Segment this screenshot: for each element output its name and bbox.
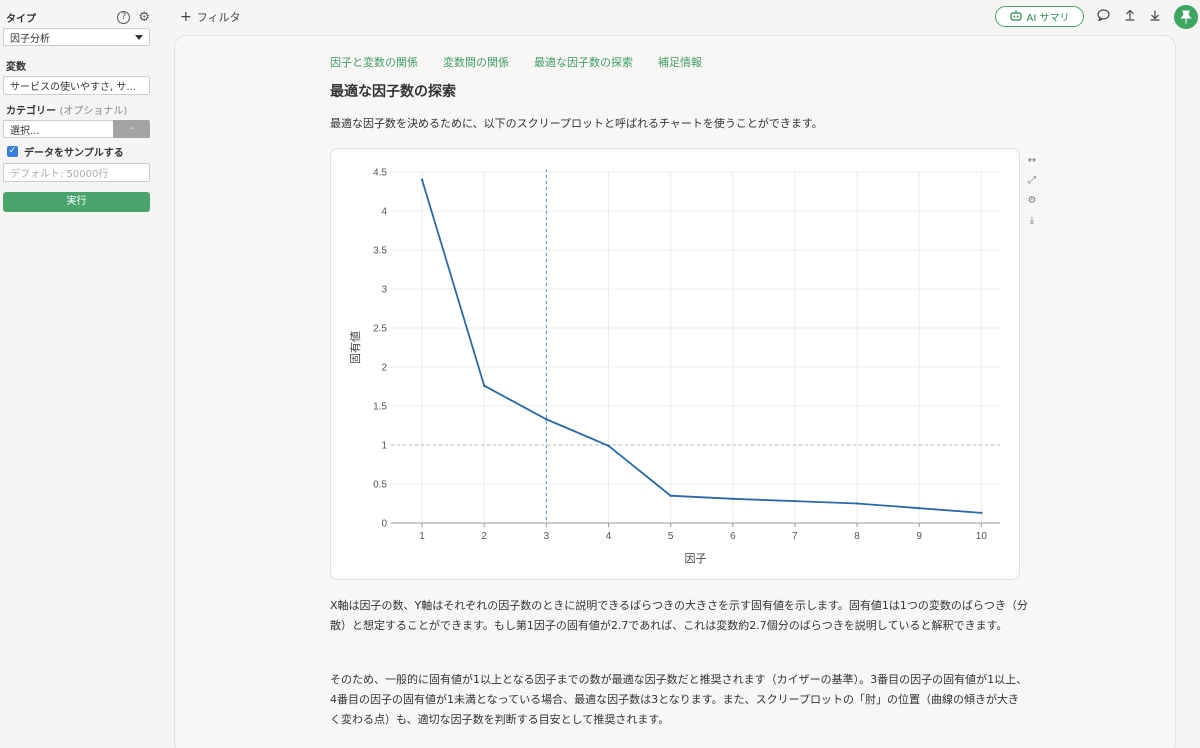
sample-checkbox[interactable]: ✓ (7, 146, 18, 157)
filter-button[interactable]: + フィルタ (180, 9, 241, 25)
x-tick-label: 8 (854, 531, 860, 542)
y-tick-label: 1 (381, 441, 387, 452)
sidebar: タイプ ? ⚙ 因子分析 変数 サービスの使いやすさ, サ... カテゴリー (… (0, 0, 158, 748)
x-tick-label: 5 (668, 531, 674, 542)
pan-icon[interactable]: ↔ (1025, 154, 1039, 168)
sample-size-placeholder: デフォルト: 50000行 (10, 169, 109, 180)
x-tick-label: 3 (544, 531, 550, 542)
comment-icon[interactable] (1096, 9, 1110, 24)
topbar: + フィルタ AI サマリ (158, 0, 1200, 34)
section-title: 最適な因子数の探索 (330, 84, 456, 100)
category-header: カテゴリー (オプショナル) (3, 100, 150, 118)
download-chart-icon[interactable]: ⤓ (1025, 214, 1039, 228)
eigenvalue-point (669, 494, 672, 497)
y-tick-label: 2.5 (373, 324, 387, 335)
intro-text: 最適な因子数を決めるために、以下のスクリープロットと呼ばれるチャートを使うことが… (330, 117, 823, 130)
sample-checkbox-label: データをサンプルする (24, 148, 124, 159)
run-button[interactable]: 実行 (3, 192, 150, 212)
variables-value: サービスの使いやすさ, サ... (10, 82, 136, 93)
type-label: タイプ (6, 13, 36, 25)
section-tabs: 因子と変数の関係 変数間の関係 最適な因子数の探索 補足情報 (330, 54, 702, 70)
tab-variable-relations[interactable]: 変数間の関係 (443, 54, 509, 70)
sample-row: ✓ データをサンプルする (3, 144, 150, 159)
y-axis-label: 固有値 (348, 331, 362, 364)
help-icon[interactable]: ? (117, 10, 131, 24)
y-tick-label: 3.5 (373, 246, 387, 257)
eigenvalue-point (793, 499, 797, 503)
variables-field[interactable]: サービスの使いやすさ, サ... (3, 76, 150, 95)
eigenvalue-point (545, 418, 548, 421)
ai-summary-label: AI サマリ (1026, 13, 1070, 24)
eigenvalue-point (918, 506, 921, 510)
x-tick-label: 4 (606, 531, 612, 542)
download-icon[interactable] (1148, 9, 1162, 24)
eigenvalue-series-line (421, 179, 982, 514)
pin-avatar[interactable] (1174, 5, 1198, 29)
y-tick-label: 4 (381, 207, 387, 218)
explanation-paragraph-2: そのため、一般的に固有値が1以上となる因子までの数が最適な因子数だと推奨されます… (330, 673, 1028, 726)
y-tick-label: 0.5 (373, 480, 387, 491)
y-tick-label: 1.5 (373, 402, 387, 413)
category-select-value[interactable]: 選択... (3, 120, 113, 138)
y-tick-label: 2 (381, 363, 387, 374)
main-panel: 因子と変数の関係 変数間の関係 最適な因子数の探索 補足情報 最適な因子数の探索… (174, 35, 1176, 748)
category-label: カテゴリー (オプショナル) (3, 102, 127, 117)
y-tick-label: 3 (381, 285, 387, 296)
x-tick-label: 2 (481, 531, 487, 542)
tab-supplementary[interactable]: 補足情報 (658, 54, 702, 70)
category-optional: (オプショナル) (59, 105, 128, 117)
upload-icon[interactable] (1123, 9, 1137, 24)
tab-optimal-factors[interactable]: 最適な因子数の探索 (534, 54, 633, 70)
category-select[interactable]: 選択... - (3, 120, 150, 138)
x-tick-label: 9 (916, 531, 922, 542)
type-select[interactable]: 因子分析 (3, 28, 150, 46)
category-label-text: カテゴリー (6, 105, 56, 117)
expand-icon[interactable]: ⤢ (1025, 174, 1039, 188)
scree-plot-card: 0 0.5 1 1.5 2 2.5 3 3.5 4 4.5 1 2 3 4 5 6 7 8 9 10 因子 固有値 (330, 148, 1020, 580)
variables-label: 変数 (6, 61, 26, 73)
eigenvalue-point (731, 497, 734, 501)
ai-summary-button[interactable]: AI サマリ (995, 6, 1084, 27)
plus-icon: + (180, 9, 192, 25)
chart-toolbar: ↔ ⤢ ⚙ ⤓ (1025, 154, 1039, 228)
eigenvalue-point (607, 444, 610, 447)
x-axis-label: 因子 (685, 552, 707, 565)
gear-icon[interactable]: ⚙ (138, 10, 150, 25)
x-tick-label: 7 (792, 531, 798, 542)
filter-label: フィルタ (196, 11, 241, 24)
scree-plot[interactable]: 0 0.5 1 1.5 2 2.5 3 3.5 4 4.5 1 2 3 4 5 6 7 8 9 10 因子 固有値 (331, 149, 1021, 581)
tab-factor-variable[interactable]: 因子と変数の関係 (330, 54, 418, 70)
explanation-paragraph-1: X軸は因子の数、Y軸はそれぞれの因子数のときに説明できるばらつきの大きさを示す固… (330, 599, 1028, 632)
x-tick-label: 10 (976, 531, 988, 542)
robot-icon (1009, 10, 1022, 24)
eigenvalue-point (420, 178, 424, 181)
variables-header: 変数 (3, 56, 150, 74)
category-clear-button[interactable]: - (113, 120, 150, 138)
eigenvalue-point (483, 384, 486, 387)
type-select-value: 因子分析 (10, 33, 50, 45)
eigenvalue-point (855, 502, 859, 505)
settings-icon[interactable]: ⚙ (1025, 194, 1039, 208)
sample-size-input[interactable]: デフォルト: 50000行 (3, 163, 150, 182)
eigenvalue-point (980, 511, 983, 515)
x-tick-label: 1 (419, 531, 425, 542)
x-tick-label: 6 (730, 531, 736, 542)
y-tick-label: 4.5 (373, 168, 387, 179)
chevron-down-icon (135, 34, 143, 40)
y-tick-label: 0 (381, 519, 387, 530)
type-header: タイプ ? ⚙ (3, 8, 150, 26)
